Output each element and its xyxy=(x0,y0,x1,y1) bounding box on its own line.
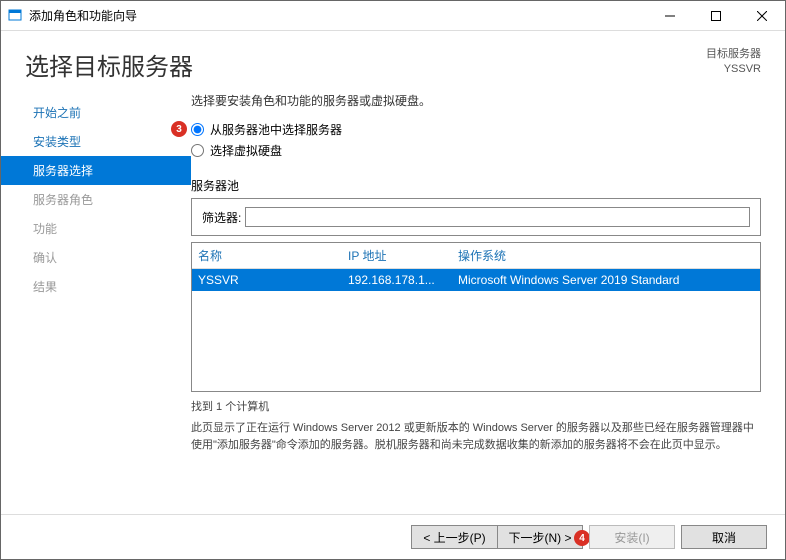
dest-label: 目标服务器 xyxy=(706,47,761,62)
annotation-badge-4: 4 xyxy=(574,530,590,546)
wizard-steps: 开始之前 安装类型 服务器选择 服务器角色 功能 确认 结果 xyxy=(1,92,191,514)
radio-row-vhd[interactable]: 选择虚拟硬盘 xyxy=(191,142,761,159)
step-server-roles: 服务器角色 xyxy=(1,185,191,214)
step-confirmation: 确认 xyxy=(1,243,191,272)
annotation-badge-3: 3 xyxy=(171,121,187,137)
cancel-button[interactable]: 取消 xyxy=(681,525,767,549)
radio-vhd[interactable] xyxy=(191,144,204,157)
minimize-button[interactable] xyxy=(647,1,693,31)
titlebar: 添加角色和功能向导 xyxy=(1,1,785,31)
filter-box: 筛选器: xyxy=(191,198,761,236)
radio-vhd-label: 选择虚拟硬盘 xyxy=(210,142,282,159)
window-controls xyxy=(647,1,785,31)
footer: < 上一步(P) 下一步(N) > 4 安装(I) 取消 xyxy=(1,514,785,559)
window-title: 添加角色和功能向导 xyxy=(29,7,647,24)
col-name[interactable]: 名称 xyxy=(198,247,348,264)
server-pool-label: 服务器池 xyxy=(191,177,761,194)
selection-mode-group: 3 从服务器池中选择服务器 选择虚拟硬盘 xyxy=(191,121,761,163)
wizard-window: 添加角色和功能向导 选择目标服务器 目标服务器 YSSVR 开始之前 安装类型 xyxy=(0,0,786,560)
cell-name: YSSVR xyxy=(198,273,348,287)
table-header: 名称 IP 地址 操作系统 xyxy=(192,243,760,269)
body: 开始之前 安装类型 服务器选择 服务器角色 功能 确认 结果 选择要安装角色和功… xyxy=(1,92,785,514)
description-text: 此页显示了正在运行 Windows Server 2012 或更新版本的 Win… xyxy=(191,420,761,453)
destination-info: 目标服务器 YSSVR xyxy=(706,47,761,78)
next-button-label: 下一步(N) > xyxy=(508,529,571,546)
step-before-you-begin[interactable]: 开始之前 xyxy=(1,98,191,127)
radio-pool-label: 从服务器池中选择服务器 xyxy=(210,121,342,138)
table-row[interactable]: YSSVR 192.168.178.1... Microsoft Windows… xyxy=(192,269,760,291)
page-title: 选择目标服务器 xyxy=(25,47,706,82)
step-installation-type[interactable]: 安装类型 xyxy=(1,127,191,156)
main-panel: 选择要安装角色和功能的服务器或虚拟硬盘。 3 从服务器池中选择服务器 选择虚拟硬… xyxy=(191,92,785,514)
radio-server-pool[interactable] xyxy=(191,123,204,136)
install-button: 安装(I) xyxy=(589,525,675,549)
filter-input[interactable] xyxy=(245,207,750,227)
filter-label: 筛选器: xyxy=(202,209,241,226)
next-button[interactable]: 下一步(N) > 4 xyxy=(497,525,583,549)
server-table: 名称 IP 地址 操作系统 YSSVR 192.168.178.1... Mic… xyxy=(191,242,761,392)
intro-text: 选择要安装角色和功能的服务器或虚拟硬盘。 xyxy=(191,92,761,109)
step-results: 结果 xyxy=(1,272,191,301)
previous-button[interactable]: < 上一步(P) xyxy=(411,525,497,549)
header: 选择目标服务器 目标服务器 YSSVR xyxy=(1,31,785,92)
cell-os: Microsoft Windows Server 2019 Standard xyxy=(458,273,754,287)
found-count: 找到 1 个计算机 xyxy=(191,398,761,414)
radio-row-pool[interactable]: 3 从服务器池中选择服务器 xyxy=(191,121,761,138)
col-ip[interactable]: IP 地址 xyxy=(348,247,458,264)
dest-value: YSSVR xyxy=(706,62,761,77)
step-features: 功能 xyxy=(1,214,191,243)
nav-button-group: < 上一步(P) 下一步(N) > 4 xyxy=(411,525,583,549)
content: 选择目标服务器 目标服务器 YSSVR 开始之前 安装类型 服务器选择 服务器角… xyxy=(1,31,785,559)
app-icon xyxy=(7,8,23,24)
step-server-selection[interactable]: 服务器选择 xyxy=(1,156,191,185)
col-os[interactable]: 操作系统 xyxy=(458,247,754,264)
maximize-button[interactable] xyxy=(693,1,739,31)
cell-ip: 192.168.178.1... xyxy=(348,273,458,287)
close-button[interactable] xyxy=(739,1,785,31)
